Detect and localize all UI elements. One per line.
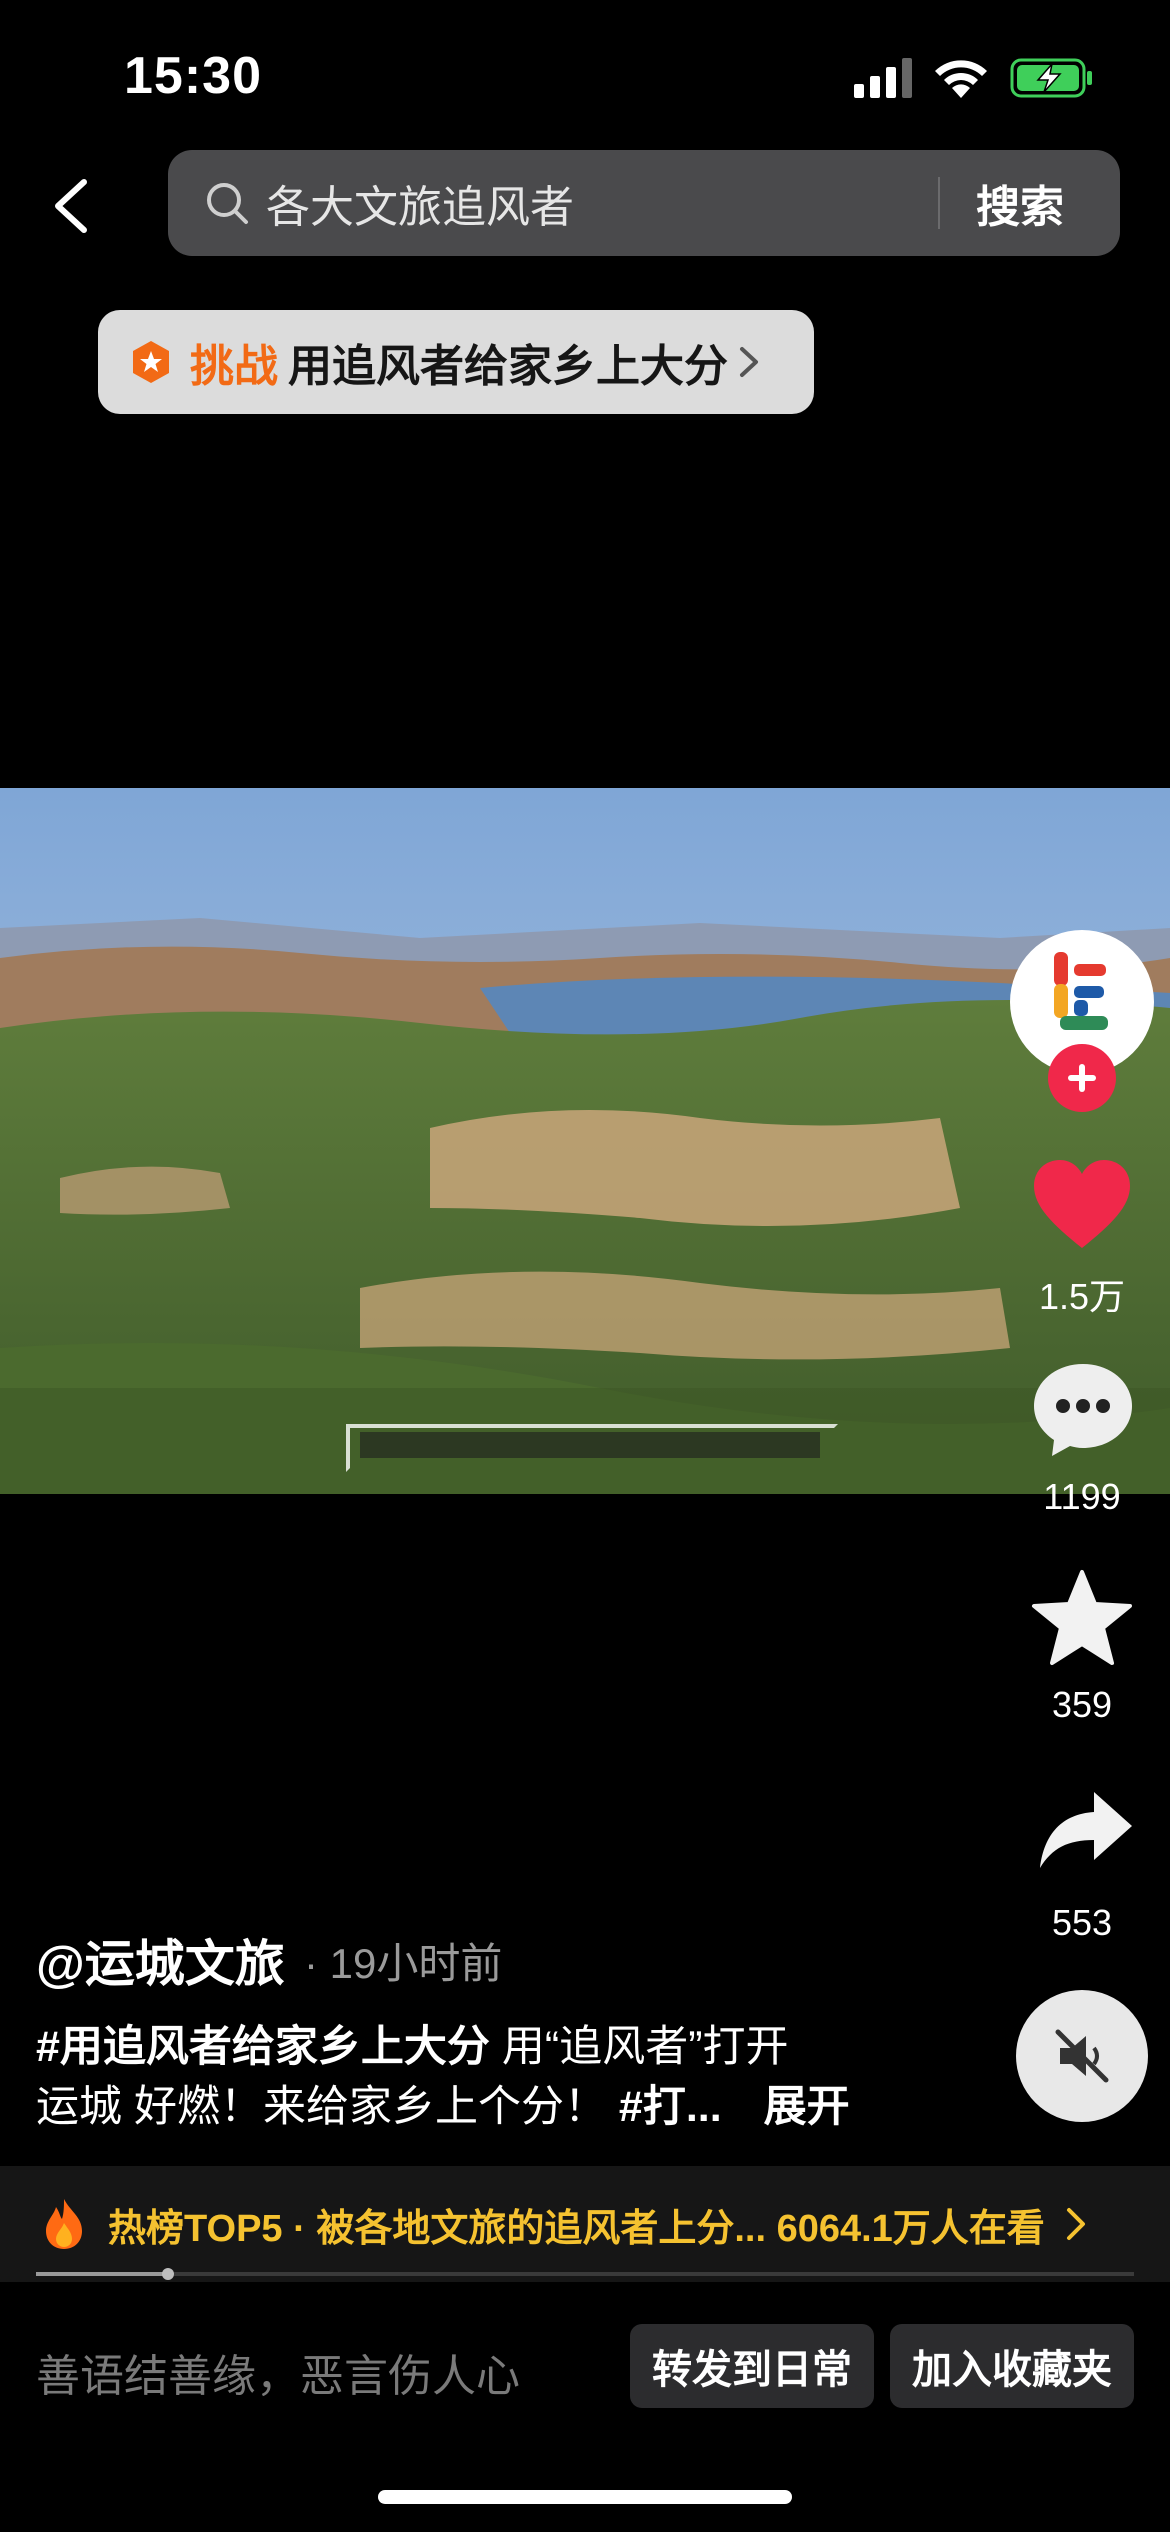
speaker-muted-icon [1055,2029,1109,2083]
home-indicator [378,2490,792,2504]
comment-input[interactable]: 善语结善缘，恶言伤人心 [36,2340,520,2404]
caption-text: 用“追风者”打开 [489,2023,789,2071]
playback-progress-fill [36,2272,168,2276]
challenge-title: 用追风者给家乡上大分 [288,342,728,391]
challenge-pill[interactable]: 挑战 用追风者给家乡上大分 [98,310,814,414]
post-time: · 19小时前 [304,1940,503,1987]
add-to-collection-button[interactable]: 加入收藏夹 [890,2324,1134,2408]
challenge-badge-icon [133,341,169,383]
chevron-right-icon [1066,2208,1085,2240]
caption-hashtag-2[interactable]: #打... [619,2083,722,2131]
plus-icon [1068,1064,1096,1092]
video-player[interactable] [0,788,1170,1494]
mute-button[interactable] [1016,1990,1148,2122]
battery-charging-icon [1010,58,1092,98]
search-button[interactable]: 搜索 [976,171,1064,235]
flame-icon [46,2199,82,2249]
forward-to-daily-button[interactable]: 转发到日常 [630,2324,874,2408]
hot-list-banner[interactable]: 热榜TOP5 · 被各地文旅的追风者上分... 6064.1万人在看 [0,2166,1170,2282]
favorite-star-icon[interactable] [1030,1568,1134,1668]
caption-line-2: 运城 好燃！来给家乡上个分！ #打... 展开 [36,2072,850,2134]
wifi-icon [935,60,987,98]
cellular-signal-icon [854,58,912,98]
caption-hashtag[interactable]: #用追风者给家乡上大分 [36,2023,490,2071]
like-count: 1.5万 [1038,1276,1126,1317]
comment-bubble-icon[interactable] [1030,1360,1136,1460]
status-time: 15:30 [124,47,262,105]
like-heart-icon[interactable] [1032,1158,1132,1250]
comment-count: 1199 [1043,1476,1121,1517]
search-input[interactable]: 各大文旅追风者 [266,171,926,235]
video-subtitle-blur [360,1432,820,1458]
hot-list-text: 热榜TOP5 · 被各地文旅的追风者上分... 6064.1万人在看 [108,2207,1045,2250]
playback-progress-knob[interactable] [161,2268,174,2280]
search-divider [938,177,940,229]
author-name[interactable]: @运城文旅 [36,1924,285,1996]
search-bar[interactable]: 各大文旅追风者 搜索 [168,150,1120,256]
follow-button[interactable] [1048,1044,1116,1112]
caption-text-2: 运城 好燃！来给家乡上个分！ [36,2083,607,2131]
challenge-tag: 挑战 [190,342,278,391]
caption-line-1: #用追风者给家乡上大分 用“追风者”打开 [36,2012,789,2074]
share-count: 553 [1051,1902,1113,1943]
back-button[interactable] [48,176,96,236]
chevron-right-icon [740,347,758,377]
expand-button[interactable]: 展开 [764,2083,850,2131]
favorite-count: 359 [1051,1684,1113,1725]
playback-progress-track[interactable] [36,2272,1134,2276]
search-icon [207,183,248,224]
share-arrow-icon[interactable] [1036,1788,1136,1872]
